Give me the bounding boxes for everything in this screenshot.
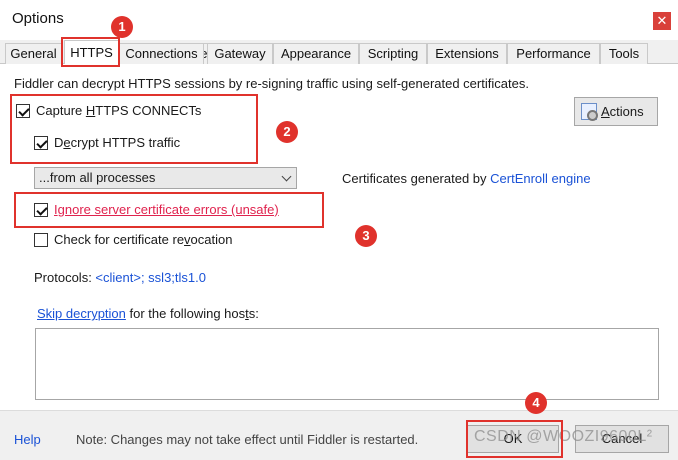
annotation-badge-1: 1 — [111, 16, 133, 38]
title-bar: Options ✕ — [0, 0, 678, 40]
annotation-box-ok-button — [466, 420, 563, 458]
tab-connections[interactable]: Connections — [119, 43, 204, 64]
process-filter-value: ...from all processes — [39, 170, 156, 185]
skip-hosts-textarea[interactable] — [35, 328, 659, 400]
protocols-row: Protocols: <client>; ssl3;tls1.0 — [34, 270, 206, 285]
tab-general[interactable]: General — [5, 43, 62, 64]
help-link[interactable]: Help — [14, 432, 41, 447]
check-revocation-label: Check for certificate revocation — [54, 232, 233, 247]
certificates-info: Certificates generated by CertEnroll eng… — [342, 171, 591, 186]
annotation-badge-4: 4 — [525, 392, 547, 414]
chevron-down-icon — [281, 171, 292, 182]
tab-extensions[interactable]: Extensions — [427, 43, 507, 64]
tab-gateway-label[interactable]: Gateway — [207, 43, 273, 64]
close-button[interactable]: ✕ — [653, 12, 671, 30]
tab-tools[interactable]: Tools — [600, 43, 648, 64]
protocols-label: Protocols: — [34, 270, 96, 285]
annotation-badge-3: 3 — [355, 225, 377, 247]
tab-performance[interactable]: Performance — [507, 43, 600, 64]
annotation-box-capture-decrypt — [10, 94, 258, 164]
window-title: Options — [12, 10, 64, 27]
tab-appearance[interactable]: Appearance — [273, 43, 359, 64]
actions-button[interactable]: Actions — [574, 97, 658, 126]
intro-text: Fiddler can decrypt HTTPS sessions by re… — [14, 76, 529, 91]
check-revocation-row[interactable]: Check for certificate revocation — [34, 232, 232, 247]
process-filter-select[interactable]: ...from all processes — [34, 167, 297, 189]
certificate-gear-icon — [581, 103, 598, 121]
annotation-box-https-tab — [61, 37, 120, 67]
protocols-link[interactable]: <client>; ssl3;tls1.0 — [95, 270, 206, 285]
tab-scripting[interactable]: Scripting — [359, 43, 427, 64]
close-icon: ✕ — [656, 13, 668, 28]
annotation-badge-2: 2 — [276, 121, 298, 143]
check-revocation-checkbox[interactable] — [34, 232, 48, 247]
restart-note: Note: Changes may not take effect until … — [76, 432, 419, 447]
skip-decryption-row: Skip decryption for the following hosts: — [37, 306, 259, 321]
actions-label: Actions — [601, 104, 644, 119]
annotation-box-ignore-errors — [14, 192, 324, 228]
skip-decryption-link[interactable]: Skip decryption — [37, 306, 126, 321]
cert-engine-link[interactable]: CertEnroll engine — [490, 171, 590, 186]
